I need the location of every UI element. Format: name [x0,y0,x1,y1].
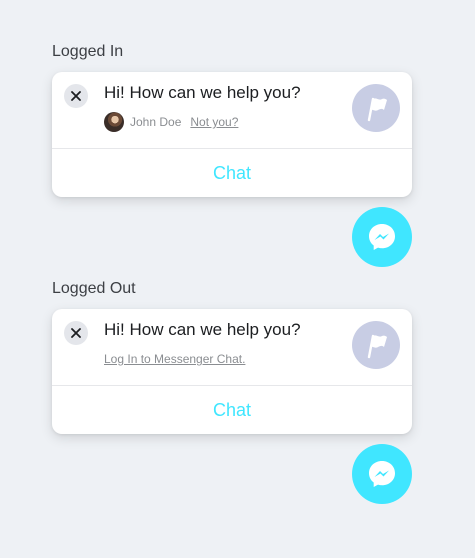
chat-button[interactable]: Chat [52,386,412,434]
close-icon [71,91,81,101]
page-logo [352,84,400,132]
flag-icon [367,334,387,359]
login-link[interactable]: Log In to Messenger Chat. [104,352,245,366]
avatar [104,112,124,132]
user-name: John Doe [130,115,182,129]
section-label-logged-out: Logged Out [52,280,136,297]
messenger-icon [369,461,395,487]
chat-button[interactable]: Chat [52,149,412,197]
chat-widget-card-logged-in: Hi! How can we help you? John Doe Not yo… [52,72,412,197]
chat-widget-card-logged-out: Hi! How can we help you? Log In to Messe… [52,309,412,434]
close-button[interactable] [64,84,88,108]
user-row: John Doe Not you? [104,112,238,132]
not-you-link[interactable]: Not you? [190,115,238,129]
page-logo [352,321,400,369]
messenger-button[interactable] [352,207,412,267]
close-button[interactable] [64,321,88,345]
greeting-text: Hi! How can we help you? [104,320,301,339]
messenger-icon [369,224,395,250]
flag-icon [367,97,387,122]
messenger-button[interactable] [352,444,412,504]
section-label-logged-in: Logged In [52,43,124,60]
greeting-text: Hi! How can we help you? [104,83,301,102]
close-icon [71,328,81,338]
